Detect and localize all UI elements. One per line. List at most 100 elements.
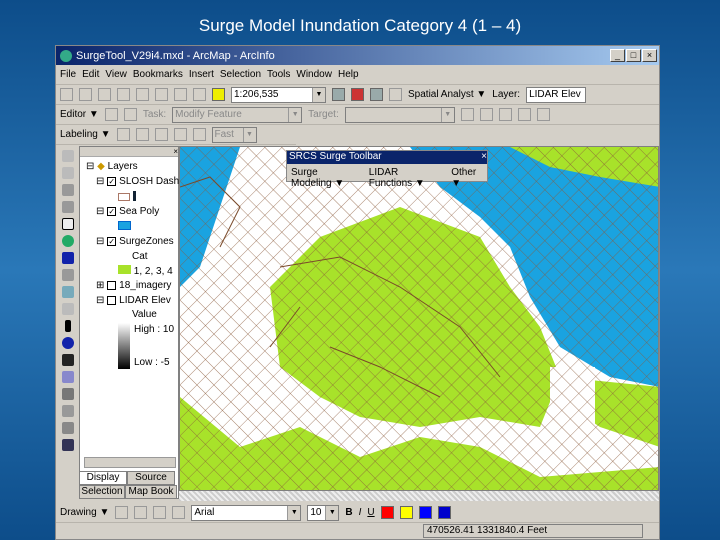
drawing-menu[interactable]: Drawing ▼ [60, 507, 109, 518]
add-data-icon[interactable] [212, 88, 225, 101]
bold-button[interactable]: B [345, 507, 352, 518]
forward-arrow-icon[interactable] [61, 269, 74, 281]
tab-map-book[interactable]: Map Book [125, 485, 177, 499]
full-extent-icon[interactable] [61, 235, 74, 247]
hyperlink-icon[interactable] [61, 405, 74, 417]
label-weight-icon[interactable] [154, 128, 168, 141]
scale-combo[interactable]: 1:206,535 ▼ [231, 86, 326, 103]
undo-icon[interactable] [193, 88, 206, 101]
menu-window[interactable]: Window [296, 69, 332, 80]
time-slider-icon[interactable] [61, 439, 74, 451]
font-color-icon[interactable] [380, 506, 394, 519]
pan-icon[interactable] [61, 218, 74, 230]
layer-combo[interactable]: LIDAR Elev [526, 86, 587, 103]
spatial-analyst-menu[interactable]: Spatial Analyst ▼ [408, 89, 486, 100]
command-line-icon[interactable] [370, 88, 383, 101]
help-icon[interactable] [389, 88, 402, 101]
zoom-out-icon[interactable] [61, 167, 74, 179]
layer-checkbox[interactable] [107, 280, 117, 290]
layer-checkbox[interactable] [107, 295, 117, 305]
task-combo[interactable]: Modify Feature ▼ [172, 106, 303, 123]
zoom-in-icon[interactable] [61, 150, 74, 162]
lidar-high: High : 10 [134, 324, 175, 335]
lidar-functions-menu[interactable]: LIDAR Functions ▼ [369, 167, 443, 189]
back-arrow-icon[interactable] [61, 252, 74, 264]
tab-source[interactable]: Source [127, 471, 175, 485]
fixed-zoom-out-icon[interactable] [61, 201, 74, 213]
topology-edit-icon[interactable] [517, 108, 531, 121]
editor-toolbar-icon[interactable] [332, 88, 345, 101]
font-combo[interactable]: Arial ▼ [191, 504, 302, 521]
maximize-button[interactable]: □ [626, 49, 641, 62]
sketch-tool-icon[interactable] [123, 108, 137, 121]
menu-tools[interactable]: Tools [267, 69, 290, 80]
arctoolbox-icon[interactable] [351, 88, 364, 101]
clear-selection-icon[interactable] [61, 303, 74, 315]
layer-checkbox[interactable]: ✓ [107, 176, 117, 186]
surge-class-label: 1, 2, 3, 4 [133, 266, 173, 277]
layer-checkbox[interactable]: ✓ [107, 236, 117, 246]
map-view[interactable] [179, 146, 659, 491]
menu-view[interactable]: View [105, 69, 127, 80]
menu-help[interactable]: Help [338, 69, 359, 80]
label-manager-icon[interactable] [116, 128, 130, 141]
print-icon[interactable] [117, 88, 130, 101]
toc-close-icon[interactable]: × [80, 147, 178, 157]
underline-button[interactable]: U [367, 507, 374, 518]
validate-icon[interactable] [536, 108, 550, 121]
attributes-icon[interactable] [460, 108, 474, 121]
close-icon[interactable]: × [481, 151, 487, 164]
text-icon[interactable] [172, 506, 186, 519]
map-scrollbar[interactable] [179, 491, 659, 501]
view-unplaced-icon[interactable] [192, 128, 206, 141]
identify-icon[interactable] [61, 337, 74, 349]
layer-name: SurgeZones [119, 236, 174, 247]
labeling-menu[interactable]: Labeling ▼ [60, 129, 111, 140]
html-popup-icon[interactable] [61, 422, 74, 434]
rectangle-icon[interactable] [153, 506, 167, 519]
font-size-combo[interactable]: 10 ▼ [307, 504, 340, 521]
open-icon[interactable] [79, 88, 92, 101]
minimize-button[interactable]: _ [610, 49, 625, 62]
menu-insert[interactable]: Insert [189, 69, 214, 80]
line-color-icon[interactable] [418, 506, 432, 519]
target-combo[interactable]: ▼ [344, 106, 455, 123]
menu-bookmarks[interactable]: Bookmarks [133, 69, 183, 80]
layer-name: 18_imagery [119, 280, 172, 291]
select-elements-icon[interactable] [64, 320, 71, 332]
close-button[interactable]: × [642, 49, 657, 62]
menu-edit[interactable]: Edit [82, 69, 99, 80]
lock-labels-icon[interactable] [173, 128, 187, 141]
menu-selection[interactable]: Selection [220, 69, 261, 80]
italic-button[interactable]: I [359, 507, 362, 518]
select-features-icon[interactable] [61, 286, 74, 298]
copy-icon[interactable] [155, 88, 168, 101]
cut-icon[interactable] [136, 88, 149, 101]
menu-file[interactable]: File [60, 69, 76, 80]
tab-display[interactable]: Display [79, 471, 127, 485]
layer-checkbox[interactable]: ✓ [107, 206, 117, 216]
other-menu[interactable]: Other ▼ [451, 167, 483, 189]
paste-icon[interactable] [174, 88, 187, 101]
marker-color-icon[interactable] [437, 506, 451, 519]
fixed-zoom-in-icon[interactable] [61, 184, 74, 196]
edit-tool-icon[interactable] [104, 108, 118, 121]
measure-icon[interactable] [61, 388, 74, 400]
find-icon[interactable] [61, 354, 74, 366]
label-quality-combo[interactable]: Fast ▼ [211, 126, 257, 143]
layers-root[interactable]: ⊟ ◆ Layers [86, 161, 184, 172]
save-icon[interactable] [98, 88, 111, 101]
go-to-xy-icon[interactable] [61, 371, 74, 383]
editor-menu[interactable]: Editor ▼ [60, 109, 99, 120]
new-icon[interactable] [60, 88, 73, 101]
surge-modeling-menu[interactable]: Surge Modeling ▼ [291, 167, 361, 189]
rotate-icon[interactable] [134, 506, 148, 519]
title-bar: SurgeTool_V29i4.mxd - ArcMap - ArcInfo _… [56, 46, 659, 65]
tab-selection[interactable]: Selection [79, 485, 125, 499]
label-priority-icon[interactable] [135, 128, 149, 141]
fill-color-icon[interactable] [399, 506, 413, 519]
sketch-properties-icon[interactable] [479, 108, 493, 121]
toc-scrollbar[interactable] [84, 457, 176, 468]
topology-icon[interactable] [498, 108, 512, 121]
select-elements-icon[interactable] [115, 506, 129, 519]
